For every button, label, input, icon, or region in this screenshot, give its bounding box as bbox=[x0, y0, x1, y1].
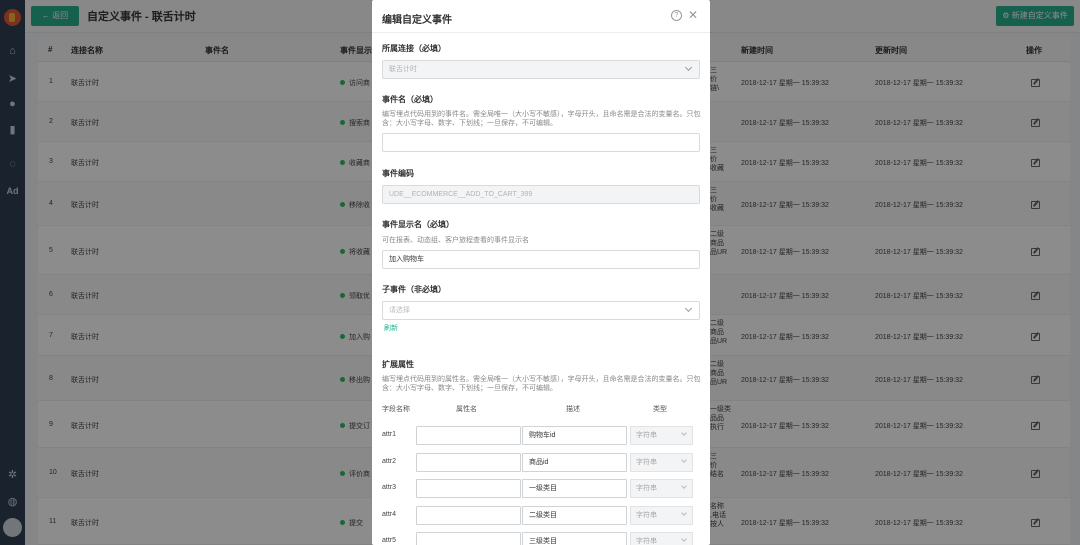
connection-value: 联舌计时 bbox=[389, 66, 417, 73]
attr-prop-input[interactable] bbox=[416, 506, 521, 525]
col-type: 类型 bbox=[653, 406, 667, 413]
event-code-field: UDE__ECOMMERCE__ADD_TO_CART_399 bbox=[382, 185, 700, 204]
sub-event-label: 子事件（非必填） bbox=[382, 285, 446, 294]
attr-prop-input[interactable] bbox=[416, 532, 521, 545]
attr-prop-input[interactable] bbox=[416, 453, 521, 472]
help-icon[interactable]: ? bbox=[671, 10, 682, 21]
attr-type-select: 字符串 bbox=[630, 426, 693, 445]
sub-event-placeholder: 请选择 bbox=[389, 307, 410, 314]
connection-label: 所属连接（必填） bbox=[382, 44, 446, 53]
display-name-hint: 可在报表、动态组、客户旅程查看的事件显示名 bbox=[382, 237, 529, 244]
attr-field-name: attr3 bbox=[382, 484, 397, 491]
attr-desc-input[interactable]: 购物车id bbox=[522, 426, 627, 445]
attr-type-value: 字符串 bbox=[636, 538, 657, 545]
attr-prop-input[interactable] bbox=[416, 479, 521, 498]
attr-field-name: attr4 bbox=[382, 511, 397, 518]
attr-type-select: 字符串 bbox=[630, 506, 693, 525]
event-name-input[interactable] bbox=[382, 133, 700, 152]
chevron-down-icon bbox=[681, 536, 687, 542]
close-icon[interactable]: ✕ bbox=[688, 8, 698, 22]
connection-select: 联舌计时 bbox=[382, 60, 700, 79]
display-name-input[interactable]: 加入购物车 bbox=[382, 250, 700, 269]
chevron-down-icon bbox=[681, 457, 687, 463]
attr-desc-input[interactable]: 三级类目 bbox=[522, 532, 627, 545]
col-field-name: 字段名称 bbox=[382, 406, 410, 413]
chevron-down-icon bbox=[681, 430, 687, 436]
attr-type-value: 字符串 bbox=[636, 512, 657, 519]
chevron-down-icon bbox=[681, 483, 687, 489]
attr-field-name: attr5 bbox=[382, 537, 397, 544]
edit-event-modal: 编辑自定义事件 ? ✕ 所属连接（必填） 联舌计时 事件名（必填） 编写埋点代码… bbox=[372, 0, 710, 545]
attr-desc-input[interactable]: 商品id bbox=[522, 453, 627, 472]
attr-type-select: 字符串 bbox=[630, 479, 693, 498]
event-name-label: 事件名（必填） bbox=[382, 95, 438, 104]
ext-attrs-hint: 编写埋点代码用到的属性名。需全局唯一（大小写不敏感），字母开头，且命名需是合法的… bbox=[382, 376, 701, 392]
sub-event-select[interactable]: 请选择 bbox=[382, 301, 700, 320]
chevron-down-icon bbox=[684, 304, 693, 313]
chevron-down-icon bbox=[684, 63, 693, 72]
attr-type-value: 字符串 bbox=[636, 485, 657, 492]
display-name-label: 事件显示名（必填） bbox=[382, 220, 454, 229]
modal-divider bbox=[372, 32, 710, 33]
modal-title: 编辑自定义事件 bbox=[382, 15, 452, 26]
attr-type-select: 字符串 bbox=[630, 453, 693, 472]
attr-type-value: 字符串 bbox=[636, 432, 657, 439]
col-desc: 描述 bbox=[566, 406, 580, 413]
attr-field-name: attr1 bbox=[382, 431, 397, 438]
event-code-label: 事件编码 bbox=[382, 169, 414, 178]
attr-type-value: 字符串 bbox=[636, 459, 657, 466]
chevron-down-icon bbox=[681, 510, 687, 516]
attr-prop-input[interactable] bbox=[416, 426, 521, 445]
ext-attrs-label: 扩展属性 bbox=[382, 360, 414, 369]
attr-desc-input[interactable]: 一级类目 bbox=[522, 479, 627, 498]
attr-type-select: 字符串 bbox=[630, 532, 693, 545]
event-name-hint: 编写埋点代码用到的事件名。需全局唯一（大小写不敏感），字母开头，且命名需是合法的… bbox=[382, 111, 701, 127]
attr-field-name: attr2 bbox=[382, 458, 397, 465]
refresh-link[interactable]: 刷新 bbox=[384, 323, 398, 333]
col-prop-name: 属性名 bbox=[456, 406, 477, 413]
attr-desc-input[interactable]: 二级类目 bbox=[522, 506, 627, 525]
